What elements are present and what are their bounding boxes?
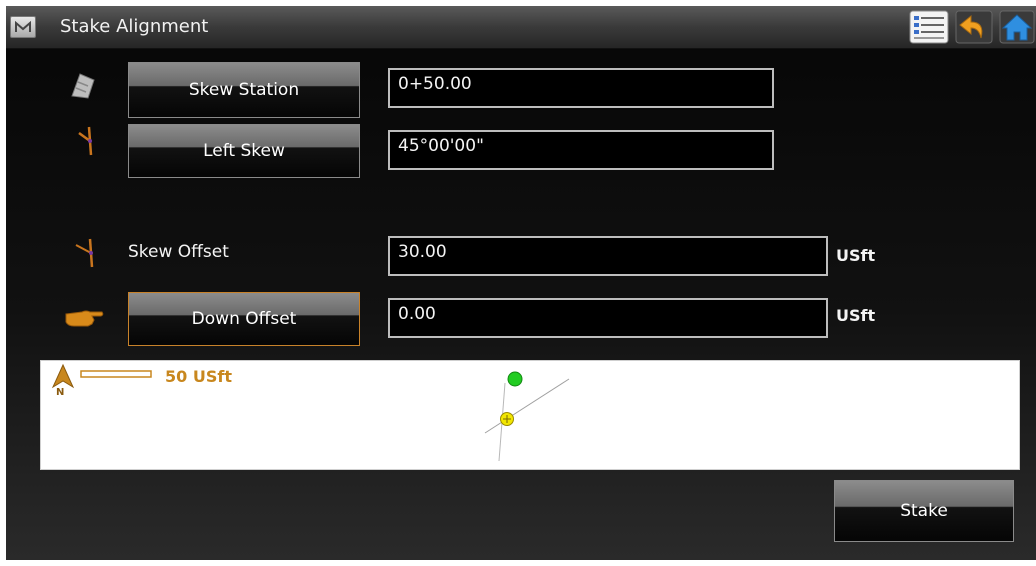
- skew-offset-icon: [68, 236, 102, 270]
- back-arrow-icon[interactable]: [954, 9, 994, 45]
- skew-offset-field[interactable]: 30.00: [388, 236, 828, 276]
- target-point: [507, 371, 523, 387]
- pointing-hand-icon: [62, 304, 106, 332]
- page-title: Stake Alignment: [60, 16, 209, 37]
- left-skew-field[interactable]: 45°00'00": [388, 130, 774, 170]
- north-label: N: [56, 387, 65, 398]
- station-icon: [66, 68, 100, 102]
- skew-offset-unit: USft: [836, 246, 876, 265]
- home-icon[interactable]: [998, 9, 1036, 45]
- skew-angle-icon: [72, 124, 102, 158]
- scale-label: 50 USft: [165, 367, 232, 386]
- current-point-icon: [500, 412, 514, 426]
- alignment-map[interactable]: N 50 USft: [40, 360, 1020, 470]
- left-skew-button[interactable]: Left Skew: [128, 124, 360, 178]
- stake-alignment-screen: Stake Alignment Skew Station 0+50.00 Lef…: [6, 6, 1036, 560]
- down-offset-unit: USft: [836, 306, 876, 325]
- scale-bar: [80, 370, 152, 378]
- title-bar: Stake Alignment: [6, 6, 1036, 49]
- stake-button[interactable]: Stake: [834, 480, 1014, 542]
- north-arrow-icon: [51, 363, 75, 389]
- alignment-line: [484, 378, 570, 434]
- down-offset-button[interactable]: Down Offset: [128, 292, 360, 346]
- down-offset-field[interactable]: 0.00: [388, 298, 828, 338]
- m-logo-icon[interactable]: [10, 16, 36, 38]
- list-icon[interactable]: [908, 9, 950, 45]
- skew-station-button[interactable]: Skew Station: [128, 62, 360, 118]
- skew-station-field[interactable]: 0+50.00: [388, 68, 774, 108]
- skew-offset-label: Skew Offset: [128, 242, 229, 262]
